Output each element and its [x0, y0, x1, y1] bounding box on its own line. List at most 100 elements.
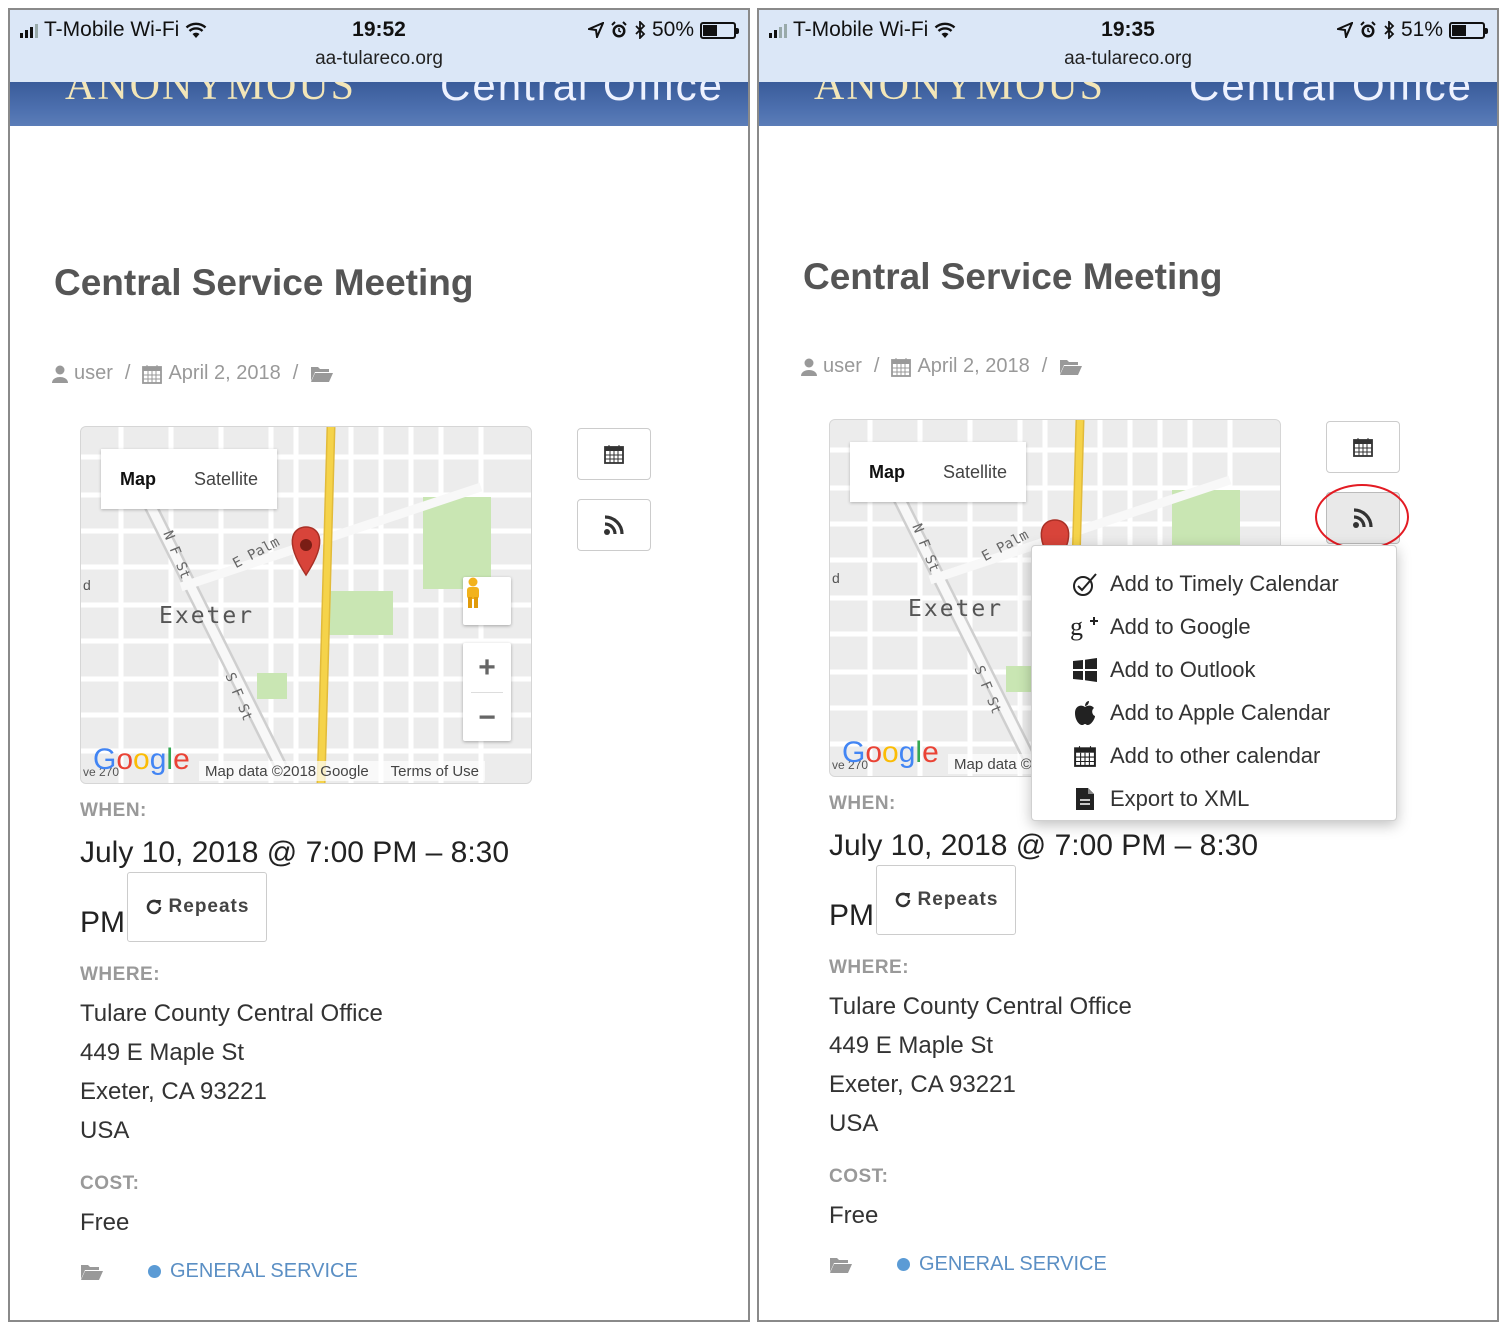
- file-icon: [1070, 785, 1100, 813]
- url-bar[interactable]: aa-tulareco.org: [759, 48, 1497, 70]
- map-type-control: Map Satellite: [101, 449, 278, 509]
- event-map[interactable]: Map Satellite Exeter E Palm N F St S F S…: [80, 426, 532, 784]
- menu-item-google[interactable]: g Add to Google: [1032, 605, 1396, 648]
- menu-item-label: Add to Google: [1110, 613, 1251, 639]
- calendar-icon: [891, 357, 912, 377]
- event-author[interactable]: user: [823, 355, 862, 378]
- calendar-icon: [1070, 742, 1100, 770]
- map-edge-label: d: [832, 570, 840, 586]
- category-link[interactable]: GENERAL SERVICE: [170, 1260, 358, 1283]
- status-bar: T-Mobile Wi-Fi 19:35 aa-tulareco.org 51%: [759, 10, 1497, 82]
- category-color-dot: [897, 1258, 910, 1271]
- add-to-calendar-button[interactable]: [1326, 421, 1400, 473]
- zoom-out-button[interactable]: −: [463, 693, 511, 742]
- venue-street: 449 E Maple St: [829, 1032, 994, 1059]
- calendar-icon: [604, 445, 624, 464]
- where-label: WHERE:: [80, 964, 161, 985]
- when-value-continued: PM: [80, 906, 125, 939]
- highlight-circle-annotation: [1315, 484, 1409, 550]
- refresh-icon: [146, 899, 161, 915]
- map-terms-link[interactable]: Terms of Use: [391, 763, 479, 780]
- event-category: GENERAL SERVICE: [829, 1253, 1107, 1276]
- menu-item-export-xml[interactable]: Export to XML: [1032, 777, 1396, 820]
- event-author[interactable]: user: [74, 362, 113, 385]
- event-title: Central Service Meeting: [803, 256, 1223, 297]
- screenshot-canvas: T-Mobile Wi-Fi 19:52 aa-tulareco.org 50%…: [0, 0, 1507, 1324]
- venue-name: Tulare County Central Office: [80, 1000, 383, 1027]
- status-right: 51%: [1336, 18, 1488, 42]
- cost-label: COST:: [80, 1173, 140, 1194]
- battery-percent: 50%: [651, 18, 694, 41]
- venue-city: Exeter, CA 93221: [829, 1071, 1016, 1098]
- status-right: 50%: [587, 18, 739, 42]
- category-color-dot: [148, 1265, 161, 1278]
- menu-item-other-calendar[interactable]: Add to other calendar: [1032, 734, 1396, 777]
- menu-item-label: Add to other calendar: [1110, 742, 1321, 768]
- location-arrow-icon: [1336, 22, 1353, 38]
- banner-text-left: ANONYMOUS: [65, 82, 357, 109]
- map-tab-satellite[interactable]: Satellite: [924, 462, 1026, 483]
- event-date: April 2, 2018: [917, 355, 1030, 377]
- banner-text-right: Central Office: [440, 82, 724, 109]
- add-to-calendar-button[interactable]: [577, 428, 651, 480]
- map-tab-map[interactable]: Map: [101, 469, 175, 490]
- event-meta: user / April 2, 2018 /: [52, 362, 334, 385]
- map-label-city: Exeter: [908, 596, 1004, 622]
- pegman-icon: [467, 577, 479, 608]
- menu-item-outlook[interactable]: Add to Outlook: [1032, 648, 1396, 691]
- menu-item-apple[interactable]: Add to Apple Calendar: [1032, 691, 1396, 734]
- phone-screen-left: T-Mobile Wi-Fi 19:52 aa-tulareco.org 50%…: [8, 8, 750, 1322]
- street-view-button[interactable]: [463, 577, 511, 625]
- cost-value: Free: [829, 1202, 879, 1229]
- repeats-button[interactable]: Repeats: [876, 865, 1016, 935]
- url-bar[interactable]: aa-tulareco.org: [10, 48, 748, 70]
- google-logo: Google: [842, 736, 939, 769]
- where-label: WHERE:: [829, 957, 910, 978]
- rss-icon: [604, 515, 624, 535]
- phone-screen-right: T-Mobile Wi-Fi 19:35 aa-tulareco.org 51%…: [757, 8, 1499, 1322]
- venue-country: USA: [80, 1117, 130, 1144]
- folder-open-icon: [830, 1257, 852, 1273]
- map-label-city: Exeter: [159, 603, 255, 629]
- calendar-icon: [1353, 438, 1373, 457]
- battery-icon: [700, 21, 739, 39]
- event-meta: user / April 2, 2018 /: [801, 355, 1083, 378]
- map-attribution: Map data ©: [948, 754, 1038, 774]
- event-date: April 2, 2018: [168, 362, 281, 384]
- event-category: GENERAL SERVICE: [80, 1260, 358, 1283]
- meta-separator: /: [873, 355, 880, 377]
- menu-item-timely[interactable]: Add to Timely Calendar: [1032, 562, 1396, 605]
- cost-label: COST:: [829, 1166, 889, 1187]
- menu-item-label: Add to Apple Calendar: [1110, 699, 1331, 725]
- map-type-control: Map Satellite: [850, 442, 1027, 502]
- calendar-icon: [142, 364, 163, 384]
- map-tab-map[interactable]: Map: [850, 462, 924, 483]
- repeats-button[interactable]: Repeats: [127, 872, 267, 942]
- map-tab-satellite[interactable]: Satellite: [175, 469, 277, 490]
- venue-street: 449 E Maple St: [80, 1039, 245, 1066]
- zoom-in-button[interactable]: +: [463, 643, 511, 692]
- battery-icon: [1449, 21, 1488, 39]
- bluetooth-icon: [635, 21, 646, 39]
- site-banner: ANONYMOUS Central Office: [759, 82, 1497, 126]
- battery-fill: [703, 24, 717, 36]
- google-plus-icon: g: [1070, 613, 1100, 641]
- subscribe-feed-button[interactable]: [577, 499, 651, 551]
- alarm-icon: [1360, 21, 1376, 38]
- windows-icon: [1070, 656, 1100, 684]
- meta-separator: /: [292, 362, 299, 384]
- site-banner: ANONYMOUS Central Office: [10, 82, 748, 126]
- meta-separator: /: [124, 362, 131, 384]
- repeats-label: Repeats: [917, 889, 999, 910]
- user-icon: [801, 358, 817, 376]
- category-link[interactable]: GENERAL SERVICE: [919, 1253, 1107, 1276]
- timely-icon: [1070, 570, 1100, 598]
- refresh-icon: [895, 892, 910, 908]
- menu-item-label: Export to XML: [1110, 785, 1250, 811]
- map-edge-label: d: [83, 577, 91, 593]
- map-data-credit: Map data ©: [954, 755, 1032, 773]
- when-value: July 10, 2018 @ 7:00 PM – 8:30: [829, 829, 1259, 862]
- location-arrow-icon: [587, 22, 604, 38]
- venue-country: USA: [829, 1110, 879, 1137]
- when-value: July 10, 2018 @ 7:00 PM – 8:30: [80, 836, 510, 869]
